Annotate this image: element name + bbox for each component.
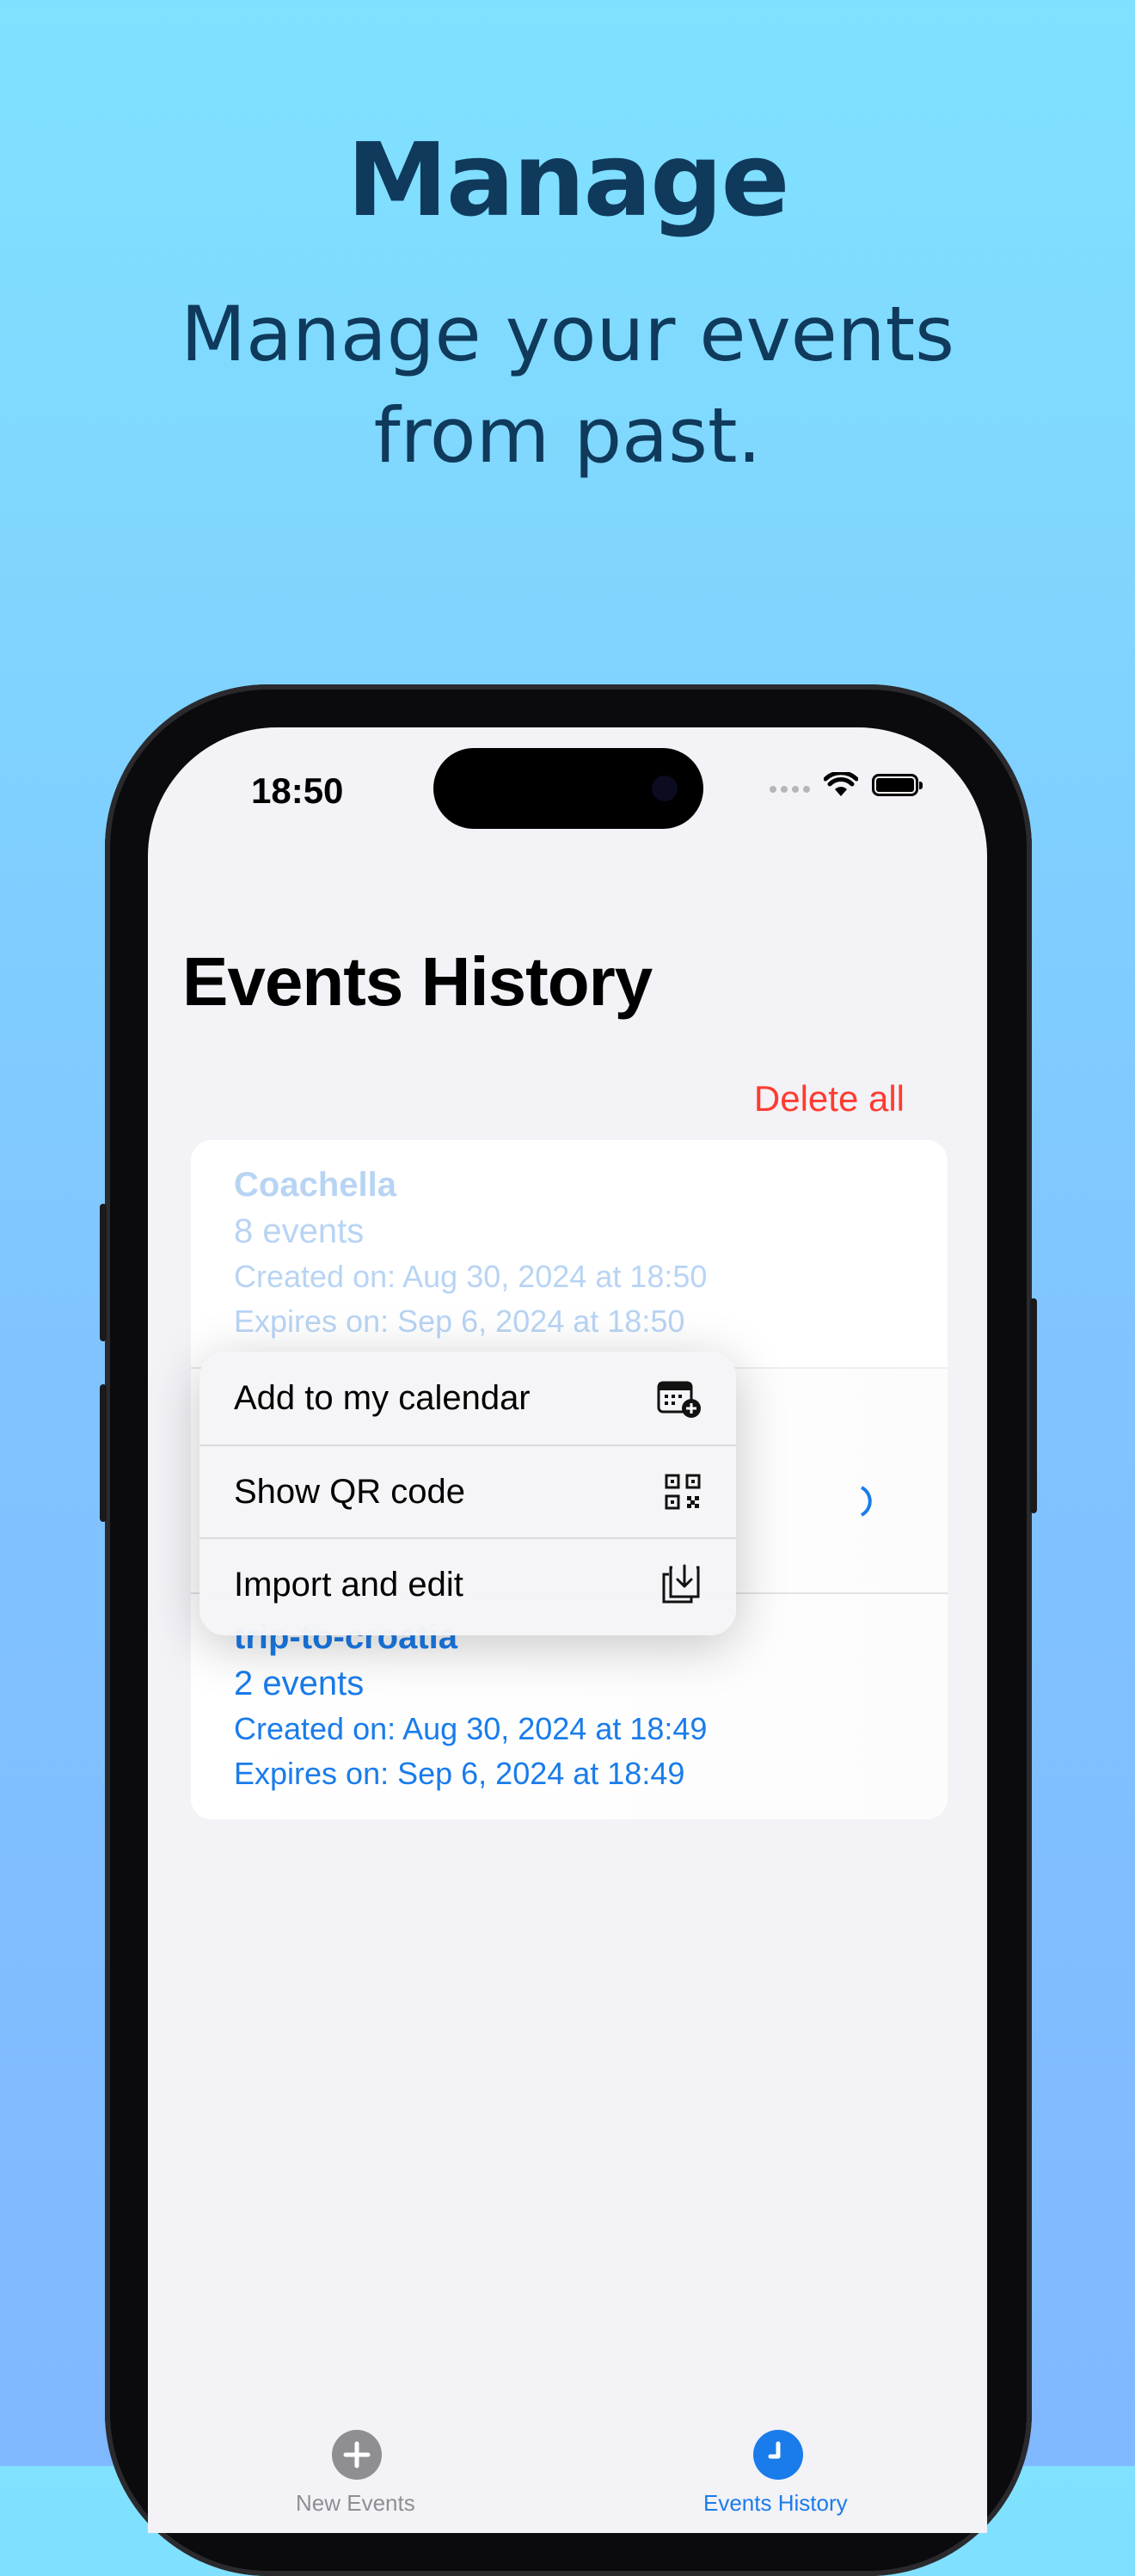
- chevron-fragment-icon: [860, 1486, 872, 1517]
- battery-icon: [872, 774, 923, 796]
- menu-item-show-qr[interactable]: Show QR code: [199, 1444, 736, 1537]
- event-count: 2 events: [234, 1665, 365, 1702]
- marketing-headline: Manage: [347, 120, 789, 239]
- event-created: Created on: Aug 30, 2024 at 18:50: [234, 1259, 708, 1294]
- camera-icon: [652, 776, 678, 801]
- clock-icon: [753, 2430, 803, 2480]
- event-name: Coachella: [234, 1166, 396, 1204]
- event-expires: Expires on: Sep 6, 2024 at 18:50: [234, 1303, 685, 1339]
- delete-all-button[interactable]: Delete all: [754, 1078, 905, 1119]
- event-created: Created on: Aug 30, 2024 at 18:49: [234, 1711, 708, 1746]
- event-count: 8 events: [234, 1212, 365, 1250]
- status-time: 18:50: [251, 770, 344, 811]
- event-row-coachella[interactable]: Coachella 8 events Created on: Aug 30, 2…: [191, 1140, 948, 1367]
- tab-label: New Events: [296, 2490, 415, 2516]
- qr-code-icon: [665, 1474, 701, 1510]
- import-icon: [662, 1564, 700, 1604]
- menu-item-import-edit[interactable]: Import and edit: [199, 1537, 736, 1630]
- dynamic-island: [433, 748, 703, 829]
- page-title: Events History: [182, 943, 653, 1020]
- wifi-icon: [824, 772, 858, 796]
- calendar-add-icon: [657, 1381, 701, 1418]
- event-expires: Expires on: Sep 6, 2024 at 18:49: [234, 1756, 685, 1791]
- menu-item-add-to-calendar[interactable]: Add to my calendar: [199, 1352, 736, 1444]
- plus-circle-icon: [332, 2430, 382, 2480]
- marketing-subline-line-2: from past.: [373, 391, 762, 480]
- menu-item-label: Show QR code: [234, 1472, 466, 1511]
- phone-volume-button: [100, 1384, 107, 1522]
- phone-action-button: [100, 1204, 107, 1341]
- menu-item-label: Add to my calendar: [234, 1378, 531, 1417]
- signal-icon: [770, 786, 810, 793]
- marketing-subline-line-1: Manage your events: [181, 290, 954, 378]
- tab-bar: New Events Events History: [148, 2395, 987, 2533]
- tab-label: Events History: [703, 2490, 848, 2516]
- context-menu: Add to my calendar Show QR code Import a…: [199, 1352, 736, 1635]
- menu-item-label: Import and edit: [234, 1565, 463, 1604]
- status-indicators: [770, 772, 923, 798]
- app-screen: 18:50 Events History Delete all Coachell…: [148, 727, 987, 2533]
- marketing-subline: Manage your events from past.: [0, 284, 1135, 487]
- phone-power-button: [1030, 1298, 1037, 1513]
